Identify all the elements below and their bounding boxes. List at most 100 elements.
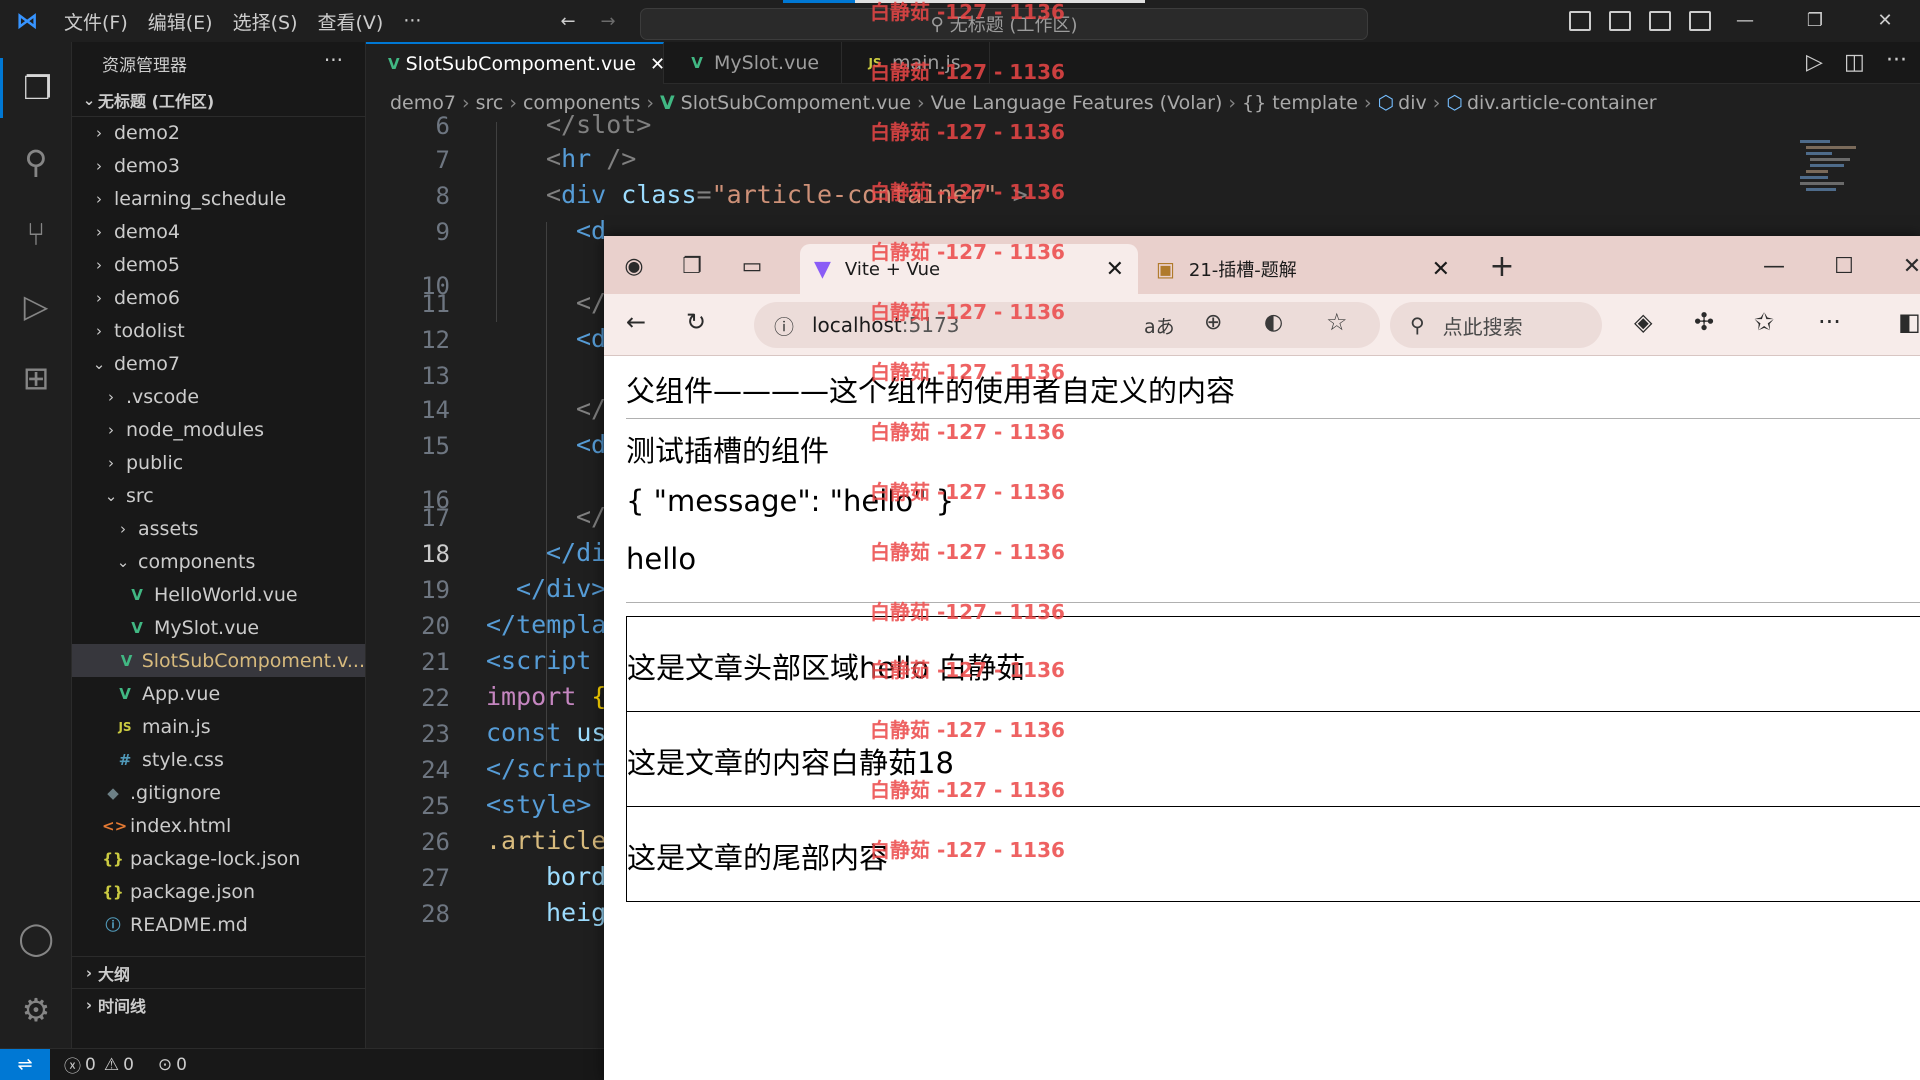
- toggle-panel-icon[interactable]: [1609, 11, 1631, 31]
- account-icon[interactable]: ◯: [0, 908, 72, 968]
- tree-item[interactable]: V App.vue: [72, 677, 365, 710]
- breadcrumb-div[interactable]: div: [1398, 92, 1427, 114]
- more-actions-icon[interactable]: ···: [324, 48, 343, 72]
- error-count[interactable]: 0: [85, 1055, 96, 1075]
- breadcrumb-container[interactable]: div.article-container: [1467, 92, 1657, 114]
- close-tab-icon[interactable]: ✕: [1432, 257, 1450, 282]
- tree-item[interactable]: V HelloWorld.vue: [72, 578, 365, 611]
- close-window-icon[interactable]: ✕: [1850, 10, 1920, 31]
- tree-item[interactable]: › learning_schedule: [72, 182, 365, 215]
- warning-count[interactable]: 0: [123, 1055, 134, 1075]
- menu-edit[interactable]: 编辑(E): [138, 8, 223, 35]
- breadcrumb-file[interactable]: SlotSubCompoment.vue: [681, 92, 911, 114]
- profile-avatar-icon[interactable]: ◉: [616, 248, 652, 284]
- tree-item[interactable]: › .vscode: [72, 380, 365, 413]
- tree-item[interactable]: # style.css: [72, 743, 365, 776]
- nav-back-icon[interactable]: ←: [548, 0, 588, 42]
- new-tab-icon[interactable]: +: [1484, 248, 1520, 284]
- toggle-primary-sidebar-icon[interactable]: [1569, 11, 1591, 31]
- tree-item[interactable]: › demo5: [72, 248, 365, 281]
- sidebar-toggle-icon[interactable]: ◧: [1898, 308, 1920, 336]
- tab-actions-icon[interactable]: ▭: [734, 248, 770, 284]
- ports-icon[interactable]: ⊙: [158, 1055, 172, 1075]
- warning-icon[interactable]: ⚠: [104, 1055, 119, 1075]
- tab-myslot[interactable]: V MySlot.vue: [664, 42, 842, 84]
- run-icon[interactable]: ▷: [1806, 50, 1823, 75]
- read-aloud-icon[interactable]: aあ: [1144, 312, 1175, 339]
- favorites-icon[interactable]: ✩: [1754, 308, 1774, 336]
- more-actions-icon[interactable]: ···: [1886, 48, 1907, 73]
- remote-icon[interactable]: ⇌: [0, 1049, 50, 1080]
- tree-item[interactable]: ⌄ src: [72, 479, 365, 512]
- run-debug-icon[interactable]: ▷: [0, 276, 72, 336]
- tree-item[interactable]: › demo3: [72, 149, 365, 182]
- command-center[interactable]: ⚲ 无标题 (工作区): [640, 0, 1368, 40]
- tab-slotsubcompoment[interactable]: V SlotSubCompoment.vue ✕: [366, 42, 665, 84]
- tree-item[interactable]: › demo4: [72, 215, 365, 248]
- tree-item[interactable]: JS main.js: [72, 710, 365, 743]
- minimize-icon[interactable]: —: [1710, 10, 1780, 31]
- workspace-header[interactable]: ⌄ 无标题 (工作区): [72, 84, 365, 117]
- maximize-icon[interactable]: ☐: [1826, 248, 1862, 284]
- restore-icon[interactable]: ❐: [1780, 10, 1850, 31]
- back-icon[interactable]: ←: [626, 308, 646, 336]
- breadcrumb-lang[interactable]: Vue Language Features (Volar): [931, 92, 1223, 114]
- menu-more[interactable]: ···: [393, 10, 431, 32]
- ports-count[interactable]: 0: [176, 1055, 187, 1075]
- tree-item[interactable]: › todolist: [72, 314, 365, 347]
- collections-icon[interactable]: ❐: [674, 248, 710, 284]
- progress-accent: [783, 0, 855, 3]
- settings-gear-icon[interactable]: ⚙: [0, 980, 72, 1040]
- tree-item[interactable]: ⌄ demo7: [72, 347, 365, 380]
- tree-item[interactable]: › demo2: [72, 116, 365, 149]
- edge-icon[interactable]: ◐: [1264, 310, 1283, 335]
- menu-file[interactable]: 文件(F): [54, 8, 138, 35]
- tree-item[interactable]: › demo6: [72, 281, 365, 314]
- close-tab-icon[interactable]: ✕: [1106, 257, 1124, 282]
- split-editor-icon[interactable]: ◫: [1844, 50, 1865, 75]
- minimize-icon[interactable]: —: [1756, 248, 1792, 284]
- tab-label: MySlot.vue: [714, 52, 820, 74]
- tree-item[interactable]: {} package.json: [72, 875, 365, 908]
- search-view-icon[interactable]: ⚲: [0, 132, 72, 192]
- toggle-secondary-sidebar-icon[interactable]: [1649, 11, 1671, 31]
- favorite-star-icon[interactable]: ☆: [1326, 308, 1348, 336]
- outline-section[interactable]: › 大纲: [72, 956, 365, 988]
- address-bar[interactable]: ⓘ localhost:5173 aあ ⊕ ◐ ☆: [754, 302, 1380, 348]
- tree-item[interactable]: V MySlot.vue: [72, 611, 365, 644]
- menu-view[interactable]: 查看(V): [308, 8, 394, 35]
- tree-item[interactable]: <> index.html: [72, 809, 365, 842]
- timeline-section[interactable]: › 时间线: [72, 988, 365, 1020]
- tree-item[interactable]: › public: [72, 446, 365, 479]
- close-tab-icon[interactable]: ✕: [650, 54, 665, 75]
- browser-extension-icon[interactable]: ◈: [1634, 308, 1652, 336]
- nav-forward-icon[interactable]: →: [588, 0, 628, 42]
- extensions-icon[interactable]: ⊞: [0, 348, 72, 408]
- site-info-icon[interactable]: ⓘ: [774, 311, 794, 340]
- refresh-icon[interactable]: ↻: [686, 308, 706, 336]
- search-box[interactable]: ⚲ 点此搜索: [1390, 302, 1602, 348]
- settings-more-icon[interactable]: ···: [1818, 308, 1841, 336]
- tree-item[interactable]: › node_modules: [72, 413, 365, 446]
- menu-selection[interactable]: 选择(S): [223, 8, 308, 35]
- tree-item[interactable]: ⌄ components: [72, 545, 365, 578]
- breadcrumb-template[interactable]: template: [1272, 92, 1358, 114]
- tree-item[interactable]: ◆ .gitignore: [72, 776, 365, 809]
- zoom-icon[interactable]: ⊕: [1204, 310, 1222, 335]
- error-icon[interactable]: ⓧ: [64, 1052, 81, 1077]
- tree-item[interactable]: {} package-lock.json: [72, 842, 365, 875]
- browser-tab-vite-vue[interactable]: ▼ Vite + Vue ✕: [800, 244, 1138, 294]
- minimap[interactable]: [1800, 136, 1870, 200]
- tree-item[interactable]: › assets: [72, 512, 365, 545]
- browser-tab-slot-solution[interactable]: ▣ 21-插槽-题解 ✕: [1142, 244, 1464, 294]
- tree-item[interactable]: V SlotSubCompoment.v...: [72, 644, 365, 677]
- tab-mainjs[interactable]: JS main.js: [842, 42, 990, 84]
- close-window-icon[interactable]: ✕: [1894, 248, 1920, 284]
- breadcrumb-src[interactable]: src: [476, 92, 504, 114]
- breadcrumb-demo7[interactable]: demo7: [390, 92, 456, 114]
- source-control-icon[interactable]: ⑂: [0, 204, 72, 264]
- customize-layout-icon[interactable]: [1689, 11, 1711, 31]
- extensions-puzzle-icon[interactable]: ✣: [1694, 308, 1714, 336]
- tree-item[interactable]: ⓘ README.md: [72, 908, 365, 941]
- explorer-icon[interactable]: ❐: [0, 58, 72, 118]
